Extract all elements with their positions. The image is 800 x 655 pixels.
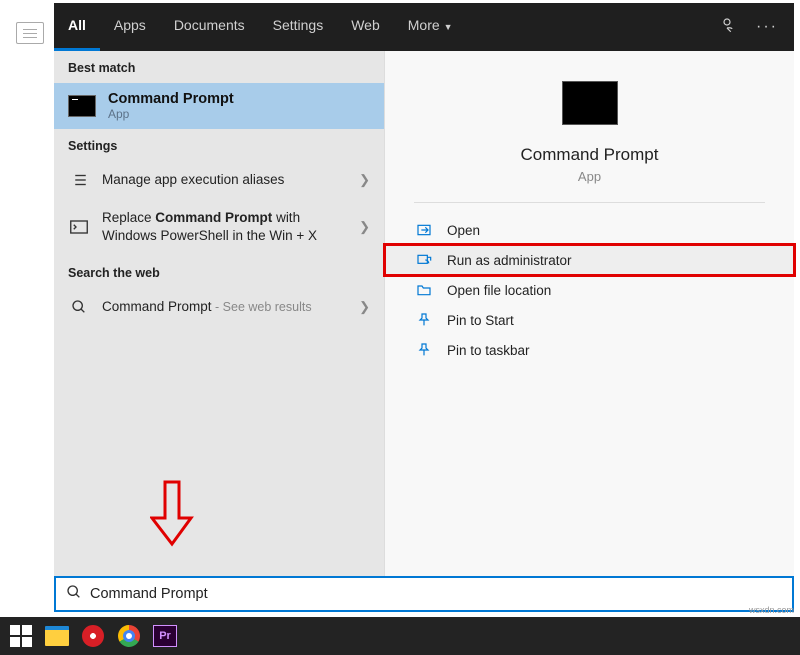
settings-section-label: Settings bbox=[54, 129, 384, 161]
best-match-result[interactable]: Command Prompt App bbox=[54, 83, 384, 129]
best-match-label: Best match bbox=[54, 51, 384, 83]
windows-logo-icon bbox=[10, 625, 32, 647]
chevron-right-icon: ❯ bbox=[359, 172, 370, 188]
search-icon bbox=[68, 299, 90, 315]
start-button[interactable] bbox=[8, 623, 34, 649]
taskbar-chrome[interactable] bbox=[116, 623, 142, 649]
preview-subtitle: App bbox=[578, 169, 601, 184]
watermark: wsxdn.com bbox=[749, 605, 794, 615]
action-open[interactable]: Open bbox=[385, 215, 794, 245]
sidebar-toggle-icon[interactable] bbox=[16, 22, 44, 44]
tab-apps[interactable]: Apps bbox=[100, 3, 160, 51]
web-result-text: Command Prompt - See web results bbox=[102, 298, 347, 316]
search-input[interactable] bbox=[90, 586, 782, 602]
chrome-icon bbox=[118, 625, 140, 647]
results-left-column: Best match Command Prompt App Settings M… bbox=[54, 51, 384, 576]
preview-title: Command Prompt bbox=[521, 145, 659, 165]
taskbar-opera[interactable] bbox=[80, 623, 106, 649]
search-bar[interactable] bbox=[54, 576, 794, 612]
file-explorer-icon bbox=[45, 626, 69, 646]
action-list: Open Run as administrator Open file loca… bbox=[385, 203, 794, 377]
best-match-subtitle: App bbox=[108, 107, 234, 121]
setting-text: Replace Command Prompt with Windows Powe… bbox=[102, 209, 347, 245]
chevron-right-icon: ❯ bbox=[359, 219, 370, 235]
chevron-down-icon: ▼ bbox=[444, 22, 453, 32]
pin-icon bbox=[415, 312, 433, 328]
tab-all[interactable]: All bbox=[54, 3, 100, 51]
opera-icon bbox=[82, 625, 104, 647]
terminal-icon bbox=[68, 220, 90, 234]
search-filter-tabbar: All Apps Documents Settings Web More▼ ··… bbox=[54, 3, 794, 51]
list-icon bbox=[68, 171, 90, 189]
cmd-icon bbox=[68, 95, 96, 117]
search-icon bbox=[66, 584, 82, 605]
web-section-label: Search the web bbox=[54, 256, 384, 288]
action-pin-taskbar[interactable]: Pin to taskbar bbox=[385, 335, 794, 365]
action-label: Open file location bbox=[447, 283, 551, 298]
more-options-icon[interactable]: ··· bbox=[756, 18, 778, 36]
tab-web[interactable]: Web bbox=[337, 3, 394, 51]
action-run-as-admin[interactable]: Run as administrator bbox=[385, 245, 794, 275]
preview-pane: Command Prompt App Open Run as administr… bbox=[384, 51, 794, 576]
action-open-location[interactable]: Open file location bbox=[385, 275, 794, 305]
open-icon bbox=[415, 222, 433, 238]
tab-settings[interactable]: Settings bbox=[259, 3, 338, 51]
taskbar-file-explorer[interactable] bbox=[44, 623, 70, 649]
premiere-icon: Pr bbox=[153, 625, 177, 647]
tab-documents[interactable]: Documents bbox=[160, 3, 259, 51]
setting-manage-aliases[interactable]: Manage app execution aliases ❯ bbox=[54, 161, 384, 199]
best-match-title: Command Prompt bbox=[108, 91, 234, 107]
web-result-item[interactable]: Command Prompt - See web results ❯ bbox=[54, 288, 384, 326]
annotation-arrow-icon bbox=[150, 478, 194, 548]
chevron-right-icon: ❯ bbox=[359, 299, 370, 315]
action-label: Pin to Start bbox=[447, 313, 514, 328]
taskbar-premiere[interactable]: Pr bbox=[152, 623, 178, 649]
action-pin-start[interactable]: Pin to Start bbox=[385, 305, 794, 335]
taskbar: Pr bbox=[0, 617, 800, 655]
pin-icon bbox=[415, 342, 433, 358]
action-label: Pin to taskbar bbox=[447, 343, 530, 358]
feedback-icon[interactable] bbox=[718, 16, 736, 39]
tab-more[interactable]: More▼ bbox=[394, 3, 467, 51]
app-thumbnail-icon bbox=[562, 81, 618, 125]
action-label: Open bbox=[447, 223, 480, 238]
action-label: Run as administrator bbox=[447, 253, 572, 268]
folder-icon bbox=[415, 282, 433, 298]
setting-replace-cmd[interactable]: Replace Command Prompt with Windows Powe… bbox=[54, 199, 384, 255]
setting-text: Manage app execution aliases bbox=[102, 171, 347, 189]
shield-icon bbox=[415, 252, 433, 268]
